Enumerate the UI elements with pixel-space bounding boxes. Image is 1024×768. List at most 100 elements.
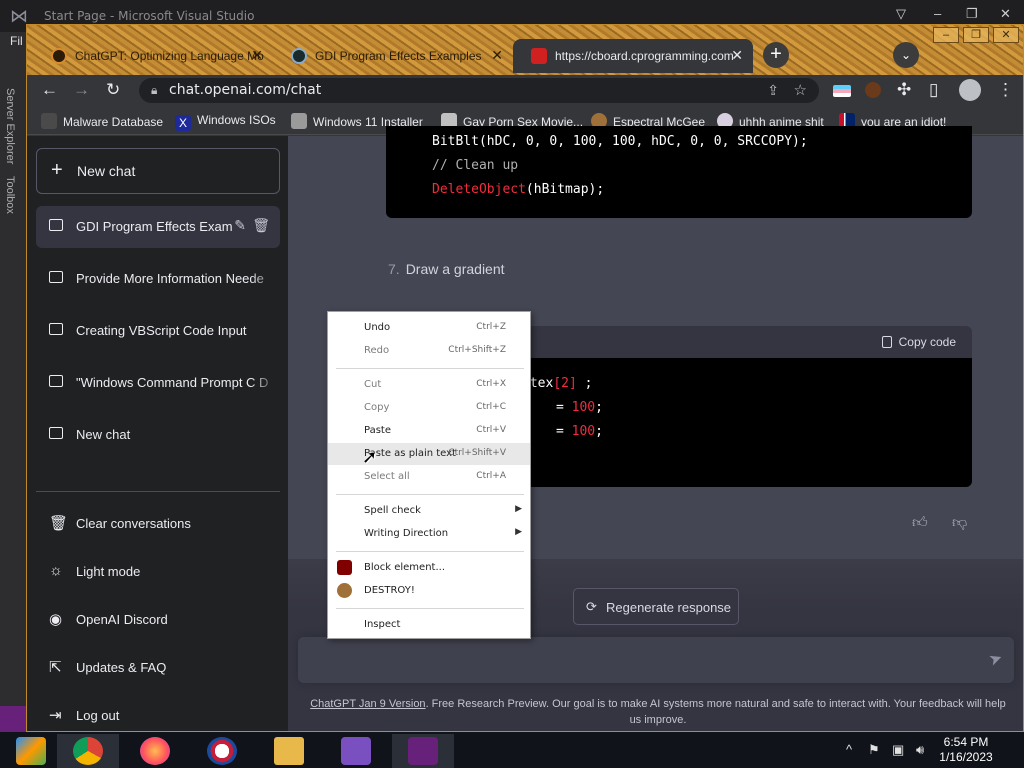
browser-restore-button[interactable]: ❐ bbox=[963, 27, 989, 43]
address-bar[interactable]: 🔒︎ chat.openai.com/chat ⇪ ☆ bbox=[139, 78, 819, 103]
extension-flag-icon[interactable] bbox=[833, 85, 851, 97]
regenerate-response-button[interactable]: ⟳ Regenerate response bbox=[573, 588, 739, 625]
conversation-item-active[interactable]: GDI Program Effects Exam ✎ 🗑︎ bbox=[36, 206, 280, 248]
conversation-item[interactable]: Provide More Information Neede bbox=[36, 258, 280, 300]
taskbar-firefox[interactable] bbox=[124, 734, 186, 768]
openai-discord-link[interactable]: ◉ OpenAI Discord bbox=[36, 598, 280, 640]
taskbar-vs-installer[interactable] bbox=[325, 734, 387, 768]
clock-time: 6:54 PM bbox=[943, 735, 989, 749]
vs-server-explorer-tab[interactable]: Server Explorer bbox=[4, 88, 16, 164]
forward-arrow-icon[interactable]: → bbox=[73, 80, 90, 100]
bookmark-windows-isos[interactable]: X Windows ISOs bbox=[175, 113, 276, 131]
vs-menu-file[interactable]: Fil bbox=[10, 34, 23, 48]
code-line: BitBlt(hDC, 0, 0, 100, 100, hDC, 0, 0, S… bbox=[432, 134, 808, 149]
close-icon[interactable]: ✕ bbox=[251, 47, 263, 64]
menu-item-inspect[interactable]: Inspect bbox=[328, 614, 530, 636]
new-tab-button[interactable]: + bbox=[763, 42, 789, 68]
share-icon[interactable]: ⇪ bbox=[767, 82, 779, 99]
tab-search-chevron-icon[interactable]: ⌄ bbox=[893, 42, 919, 68]
taskbar-chrome[interactable] bbox=[57, 734, 119, 768]
vs-window-title: Start Page - Microsoft Visual Studio bbox=[44, 9, 255, 23]
chat-sidebar: + New chat GDI Program Effects Exam ✎ 🗑︎… bbox=[27, 136, 288, 731]
browser-window-controls: – ❐ ✕ bbox=[933, 27, 1019, 43]
menu-item-cut[interactable]: Cut Ctrl+X bbox=[328, 374, 530, 396]
menu-item-select-all[interactable]: Select all Ctrl+A bbox=[328, 466, 530, 488]
openai-icon bbox=[291, 48, 307, 64]
tab-chatgpt-optimizing[interactable]: ChatGPT: Optimizing Language Mo ✕ bbox=[33, 39, 273, 73]
vs-minimize-button[interactable]: – bbox=[934, 6, 941, 21]
menu-item-copy[interactable]: Copy Ctrl+C bbox=[328, 397, 530, 419]
browser-minimize-button[interactable]: – bbox=[933, 27, 959, 43]
menu-item-paste[interactable]: Paste Ctrl+V bbox=[328, 420, 530, 442]
star-icon[interactable]: ☆ bbox=[794, 81, 807, 99]
show-hidden-icons-chevron-icon[interactable]: ^ bbox=[846, 742, 852, 757]
vs-close-button[interactable]: ✕ bbox=[1000, 6, 1011, 22]
vs-filter-icon[interactable]: ▽ bbox=[896, 6, 906, 22]
chat-bubble-icon bbox=[49, 271, 63, 283]
log-out-button[interactable]: ⇥ Log out bbox=[36, 694, 280, 731]
taskbar-start-button[interactable] bbox=[0, 734, 62, 768]
menu-item-redo[interactable]: Redo Ctrl+Shift+Z bbox=[328, 340, 530, 362]
mouse-cursor-icon: ➚ bbox=[362, 447, 378, 467]
firefox-icon bbox=[140, 737, 170, 765]
close-icon[interactable]: ✕ bbox=[491, 47, 503, 64]
clear-conversations-button[interactable]: 🗑︎ Clear conversations bbox=[36, 502, 280, 544]
profile-avatar-icon[interactable] bbox=[959, 79, 981, 101]
flag-icon[interactable]: ⚑ bbox=[868, 742, 880, 758]
trash-icon: 🗑︎ bbox=[49, 515, 69, 532]
menu-item-writing-direction[interactable]: Writing Direction ▶ bbox=[328, 523, 530, 545]
visual-studio-logo-icon: ⋈ bbox=[10, 6, 28, 26]
network-icon[interactable]: ▣ bbox=[892, 742, 904, 758]
edit-pencil-icon[interactable]: ✎ bbox=[234, 217, 246, 234]
menu-item-block-element[interactable]: Block element... bbox=[328, 557, 530, 579]
vs-maximize-button[interactable]: ❐ bbox=[966, 6, 978, 22]
taskbar-app-obama[interactable] bbox=[191, 734, 253, 768]
campaign-logo-icon bbox=[207, 737, 237, 765]
code-comment: // Clean up bbox=[432, 158, 519, 173]
menu-item-destroy[interactable]: DESTROY! bbox=[328, 580, 530, 602]
conversation-item[interactable]: "Windows Command Prompt C D bbox=[36, 362, 280, 404]
copy-code-button[interactable]: Copy code bbox=[881, 335, 956, 349]
puzzle-icon[interactable]: ✣ bbox=[897, 80, 911, 100]
thumbs-up-icon[interactable]: 👍︎ bbox=[912, 514, 928, 532]
conversation-item[interactable]: New chat bbox=[36, 414, 280, 456]
menu-separator bbox=[336, 368, 524, 369]
bookmark-malware-database[interactable]: Malware Database bbox=[41, 113, 163, 129]
extension-avatar-icon[interactable] bbox=[865, 82, 881, 98]
taskbar-file-explorer[interactable] bbox=[258, 734, 320, 768]
new-chat-button[interactable]: + New chat bbox=[36, 148, 280, 194]
taskbar-clock[interactable]: 6:54 PM 1/16/2023 bbox=[930, 735, 1002, 765]
chat-bubble-icon bbox=[49, 323, 63, 335]
windows-start-icon bbox=[16, 737, 46, 765]
tab-cboard[interactable]: https://cboard.cprogramming.com ✕ bbox=[513, 39, 753, 73]
reload-icon[interactable]: ↻ bbox=[106, 80, 120, 100]
taskbar-visual-studio[interactable] bbox=[392, 734, 454, 768]
chat-input[interactable]: ➤ bbox=[298, 637, 1014, 683]
trash-icon[interactable]: 🗑︎ bbox=[252, 217, 270, 234]
send-icon[interactable]: ➤ bbox=[986, 647, 1005, 670]
chat-bubble-icon bbox=[49, 375, 63, 387]
light-mode-button[interactable]: ☼ Light mode bbox=[36, 550, 280, 592]
tab-gdi-program-effects[interactable]: GDI Program Effects Examples ✕ bbox=[273, 39, 513, 73]
code-block-1: BitBlt(hDC, 0, 0, 100, 100, hDC, 0, 0, S… bbox=[386, 126, 972, 218]
side-panel-icon[interactable]: ▯ bbox=[929, 80, 938, 100]
browser-close-button[interactable]: ✕ bbox=[993, 27, 1019, 43]
page-icon bbox=[291, 113, 307, 129]
conversation-item[interactable]: Creating VBScript Code Input bbox=[36, 310, 280, 352]
menu-separator bbox=[336, 551, 524, 552]
updates-faq-link[interactable]: ⇱ Updates & FAQ bbox=[36, 646, 280, 688]
code-line: rtex[2] ; bbox=[522, 376, 593, 391]
close-icon[interactable]: ✕ bbox=[731, 47, 743, 64]
menu-item-paste-plain-text[interactable]: Paste as plain text Ctrl+Shift+V bbox=[328, 443, 530, 465]
back-arrow-icon[interactable]: ← bbox=[41, 80, 58, 100]
chat-bubble-icon bbox=[49, 427, 63, 439]
vs-toolbox-tab[interactable]: Toolbox bbox=[4, 176, 16, 214]
menu-item-spell-check[interactable]: Spell check ▶ bbox=[328, 500, 530, 522]
menu-kebab-icon[interactable]: ⋮ bbox=[997, 80, 1014, 100]
volume-icon[interactable]: 🔊︎ bbox=[916, 742, 924, 758]
ublock-origin-icon bbox=[337, 560, 352, 575]
thumbs-down-icon[interactable]: 👎︎ bbox=[952, 514, 967, 532]
version-link[interactable]: ChatGPT Jan 9 Version bbox=[310, 698, 425, 710]
submenu-arrow-icon: ▶ bbox=[515, 504, 522, 514]
menu-item-undo[interactable]: Undo Ctrl+Z bbox=[328, 317, 530, 339]
